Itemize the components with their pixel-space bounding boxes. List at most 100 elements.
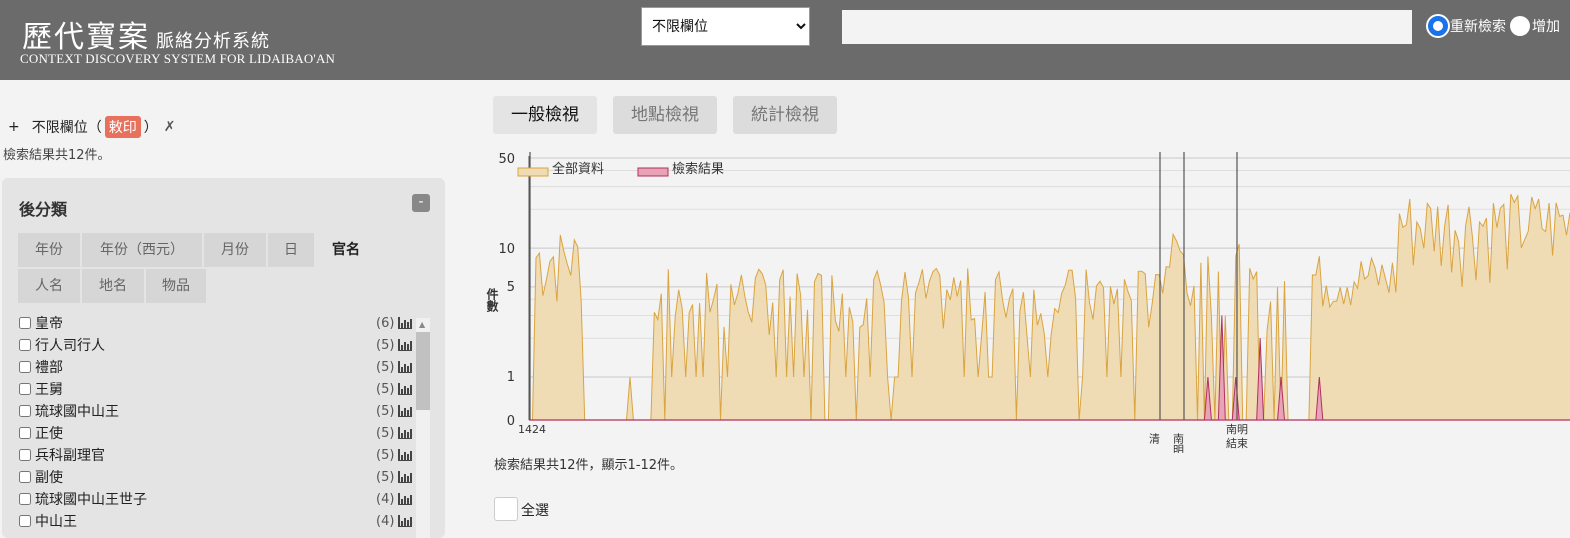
facet-item[interactable]: 琉球國中山王 (5) (18, 400, 414, 422)
facet-list: 皇帝 (6) 行人司行人 (5) 禮部 (5) 王舅 (5) 琉球國中山王 (5) 正使 (5) 兵科副… (18, 312, 414, 532)
y-tick-label: 5 (507, 280, 515, 295)
tab-person[interactable]: 人名 (18, 269, 80, 303)
bar-chart-icon[interactable] (398, 383, 412, 395)
scroll-thumb[interactable] (416, 332, 430, 410)
facet-label: 王舅 (35, 382, 63, 398)
facet-count: (5) (376, 381, 395, 397)
facet-item[interactable]: 王舅 (5) (18, 378, 414, 400)
add-query-button[interactable]: + (8, 119, 20, 135)
facet-item[interactable]: 禮部 (5) (18, 356, 414, 378)
facet-item[interactable]: 皇帝 (6) (18, 312, 414, 334)
facet-scrollbar[interactable]: ▲ (416, 318, 430, 538)
bar-chart-icon[interactable] (398, 405, 412, 417)
tab-object[interactable]: 物品 (146, 269, 206, 303)
site-logo[interactable]: 歷代寶案 脈絡分析系統 (22, 12, 270, 56)
logo-english-subtitle: CONTEXT DISCOVERY SYSTEM FOR LIDAIBAO'AN (20, 51, 336, 66)
tab-day[interactable]: 日 (268, 233, 314, 267)
legend-label-all: 全部資料 (552, 161, 604, 177)
y-tick-label: 50 (498, 152, 515, 167)
event-label-qing: 清 (1148, 433, 1161, 445)
tab-year-ad[interactable]: 年份（西元） (82, 233, 202, 267)
legend-swatch-all (517, 167, 549, 177)
search-input[interactable] (842, 10, 1412, 44)
remove-query-icon[interactable]: ✗ (164, 119, 176, 135)
facet-item[interactable]: 琉球國中山王世子 (4) (18, 488, 414, 510)
facet-item[interactable]: 副使 (5) (18, 466, 414, 488)
facet-checkbox[interactable] (19, 339, 31, 351)
facet-label: 皇帝 (35, 316, 63, 332)
bar-chart-icon[interactable] (398, 361, 412, 373)
facet-item[interactable]: 行人司行人 (5) (18, 334, 414, 356)
y-tick-label: 10 (498, 242, 515, 257)
scroll-up-icon[interactable]: ▲ (419, 320, 425, 329)
facet-label: 行人司行人 (35, 338, 105, 354)
tab-place[interactable]: 地名 (82, 269, 144, 303)
facet-label: 禮部 (35, 360, 63, 376)
facet-count: (5) (376, 425, 395, 441)
tab-year[interactable]: 年份 (18, 233, 80, 267)
radio-add-search-label[interactable]: 增加 (1532, 16, 1560, 36)
facet-count: (5) (376, 359, 395, 375)
timeline-chart[interactable]: 50 10 5 1 0 件數 全部資料 檢索結果 1424 清 南明 南明結束 (478, 148, 1570, 453)
tab-statistics-view[interactable]: 統計檢視 (733, 96, 837, 134)
results-summary: 檢索結果共12件，顯示1-12件。 (494, 458, 684, 473)
facet-count: (4) (376, 491, 395, 507)
radio-new-search-label[interactable]: 重新檢索 (1450, 16, 1506, 36)
facet-label: 中山王 (35, 514, 77, 530)
bar-chart-icon[interactable] (398, 339, 412, 351)
legend-label-hits: 檢索結果 (672, 161, 724, 177)
tab-general-view[interactable]: 一般檢視 (493, 96, 597, 134)
facet-label: 琉球國中山王 (35, 404, 119, 420)
tab-month[interactable]: 月份 (204, 233, 266, 267)
query-open-paren: （ (87, 120, 102, 136)
bar-chart-icon[interactable] (398, 515, 412, 527)
radio-new-search[interactable] (1428, 16, 1448, 36)
search-field-select[interactable]: 不限欄位 (641, 7, 810, 46)
facet-count: (4) (376, 513, 395, 529)
bar-chart-icon[interactable] (398, 449, 412, 461)
facet-item[interactable]: 正使 (5) (18, 422, 414, 444)
facet-checkbox[interactable] (19, 405, 31, 417)
tab-official-title[interactable]: 官名 (316, 233, 376, 267)
facet-item[interactable]: 中山王 (4) (18, 510, 414, 532)
facet-checkbox[interactable] (19, 383, 31, 395)
tab-location-view[interactable]: 地點檢視 (613, 96, 717, 134)
chart-series (529, 193, 1570, 421)
radio-add-search[interactable] (1510, 16, 1530, 36)
bar-chart-icon[interactable] (398, 493, 412, 505)
header-bar: 歷代寶案 脈絡分析系統 CONTEXT DISCOVERY SYSTEM FOR … (0, 0, 1570, 80)
legend-swatch-hits (637, 167, 669, 177)
bar-chart-icon[interactable] (398, 317, 412, 329)
event-label-nanming-end: 南明結束 (1226, 423, 1248, 450)
query-term-tag[interactable]: 敕印 (104, 116, 141, 138)
facet-checkbox[interactable] (19, 427, 31, 439)
facet-title: 後分類 (19, 200, 68, 219)
y-axis: 50 10 5 1 0 件數 (485, 152, 530, 429)
facet-count: (5) (376, 447, 395, 463)
bar-chart-icon[interactable] (398, 471, 412, 483)
facet-checkbox[interactable] (19, 493, 31, 505)
facet-checkbox[interactable] (19, 515, 31, 527)
chart-legend: 全部資料 檢索結果 (517, 161, 724, 177)
facet-checkbox[interactable] (19, 471, 31, 483)
facet-count: (6) (376, 315, 395, 331)
facet-label: 兵科副理官 (35, 448, 105, 464)
query-close-paren: ） (143, 120, 158, 136)
current-query: + 不限欄位 （ 敕印 ） ✗ (8, 116, 175, 138)
facet-checkbox[interactable] (19, 361, 31, 373)
search-mode-group: 重新檢索 增加 (1428, 16, 1560, 36)
facet-item[interactable]: 兵科副理官 (5) (18, 444, 414, 466)
select-all-checkbox[interactable] (494, 497, 518, 521)
query-result-count: 檢索結果共12件。 (3, 148, 111, 163)
y-tick-label: 0 (507, 414, 515, 429)
query-field: 不限欄位 (31, 120, 88, 136)
event-label-nanming: 南明 (1172, 433, 1185, 453)
collapse-button[interactable]: - (412, 194, 430, 212)
facet-checkbox[interactable] (19, 317, 31, 329)
facet-checkbox[interactable] (19, 449, 31, 461)
facet-label: 正使 (35, 426, 63, 442)
facet-count: (5) (376, 403, 395, 419)
bar-chart-icon[interactable] (398, 427, 412, 439)
series-all-area (529, 194, 1570, 420)
facet-count: (5) (376, 469, 395, 485)
